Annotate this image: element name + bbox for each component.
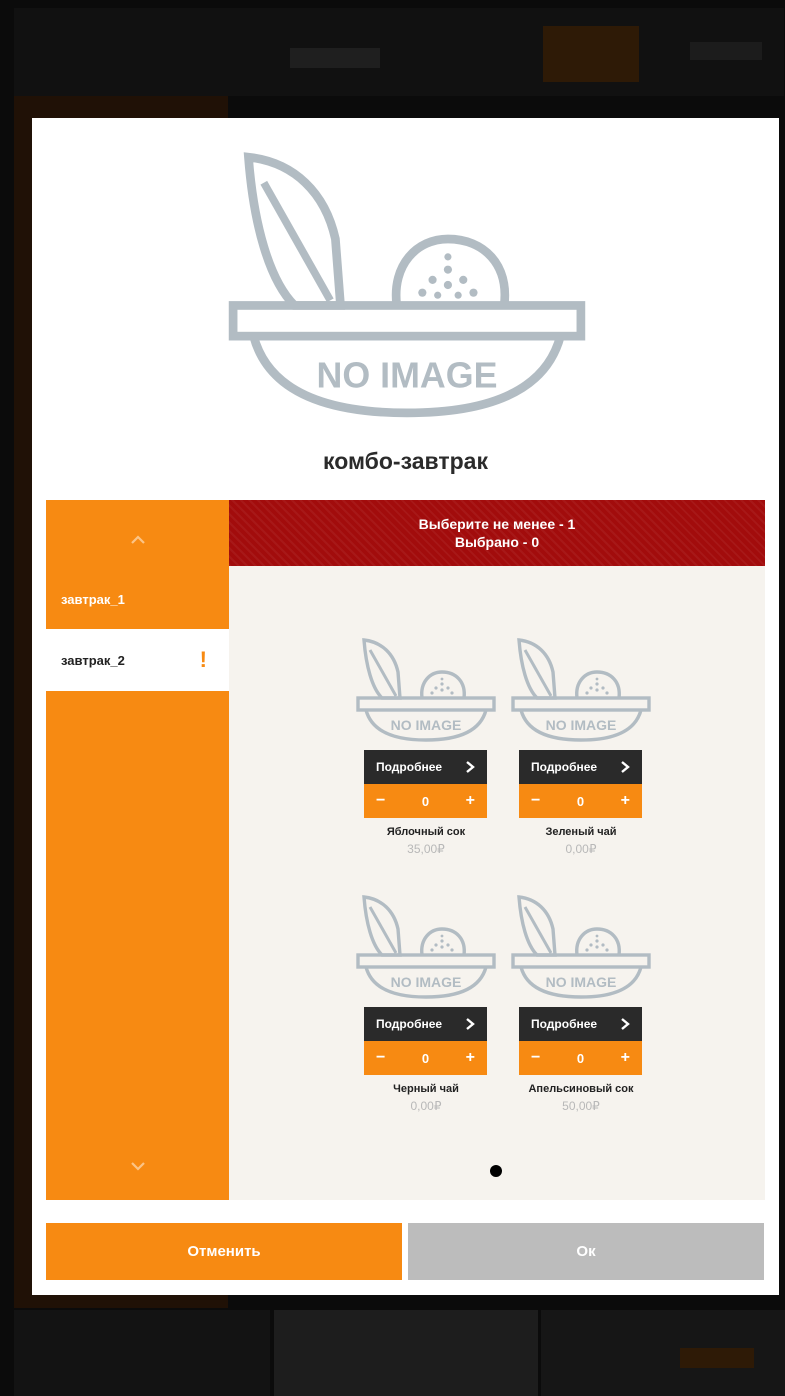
warning-icon: ! [199, 647, 207, 672]
selection-requirement-banner: Выберите не менее - 1 Выбрано - 0 [229, 500, 765, 566]
details-button[interactable]: Подробнее [519, 750, 642, 784]
app-header-accent-button [543, 26, 639, 82]
product-price: 0,00₽ [410, 1099, 442, 1113]
product-grid [229, 566, 765, 1200]
quantity-value: 0 [421, 793, 430, 809]
product-card: NO IMAGE Подробнее − 0 + Зеленый чай 0,0… [511, 636, 651, 856]
increment-button[interactable]: + [466, 792, 475, 810]
product-card: NO IMAGE Подробнее − 0 + Яблочный сок 35… [356, 636, 496, 856]
details-button[interactable]: Подробнее [364, 750, 487, 784]
product-name: Зеленый чай [545, 826, 617, 838]
page-indicator-dot [490, 1165, 502, 1177]
product-name: Апельсиновый сок [528, 1083, 634, 1095]
decrement-button[interactable]: − [531, 792, 540, 810]
product-price: 50,00₽ [562, 1099, 600, 1113]
selected-count-text: Выбрано - 0 [454, 534, 540, 550]
app-header-title [290, 48, 380, 68]
chevron-right-icon [466, 1018, 475, 1030]
svg-text:NO IMAGE: NO IMAGE [546, 717, 617, 733]
chevron-down-icon [130, 1162, 145, 1171]
scroll-down-button[interactable] [46, 1146, 229, 1186]
quantity-stepper: − 0 + [364, 1041, 487, 1075]
quantity-stepper: − 0 + [364, 784, 487, 818]
quantity-value: 0 [421, 1050, 430, 1066]
details-button[interactable]: Подробнее [364, 1007, 487, 1041]
product-name: Яблочный сок [386, 826, 466, 838]
decrement-button[interactable]: − [376, 1049, 385, 1067]
no-image-placeholder-icon: NO IMAGE [356, 638, 496, 742]
quantity-value: 0 [576, 1050, 585, 1066]
product-name: Черный чай [393, 1083, 459, 1095]
quantity-stepper: − 0 + [519, 784, 642, 818]
svg-text:NO IMAGE: NO IMAGE [391, 717, 462, 733]
svg-text:NO IMAGE: NO IMAGE [546, 974, 617, 990]
increment-button[interactable]: + [621, 792, 630, 810]
no-image-placeholder-icon: NO IMAGE [511, 895, 651, 999]
ok-button[interactable]: Ок [408, 1223, 764, 1280]
product-card: NO IMAGE Подробнее − 0 + Апельсиновый со… [511, 893, 651, 1113]
details-button[interactable]: Подробнее [519, 1007, 642, 1041]
category-label: завтрак_2 [61, 652, 125, 668]
app-footer-total-chip [680, 1348, 754, 1368]
chevron-right-icon [621, 1018, 630, 1030]
scroll-up-button[interactable] [46, 520, 229, 560]
decrement-button[interactable]: − [531, 1049, 540, 1067]
quantity-value: 0 [576, 793, 585, 809]
chevron-up-icon [130, 535, 145, 544]
app-footer-left [14, 1310, 270, 1396]
cancel-button[interactable]: Отменить [46, 1223, 402, 1280]
category-item-zavtrak-1[interactable]: завтрак_1 [46, 568, 229, 630]
combo-title: комбо-завтрак [323, 448, 488, 474]
app-footer-middle [274, 1310, 538, 1396]
chevron-right-icon [621, 761, 630, 773]
product-card: NO IMAGE Подробнее − 0 + Черный чай 0,00… [356, 893, 496, 1113]
category-label: завтрак_1 [61, 591, 125, 607]
no-image-placeholder-icon: NO IMAGE [228, 152, 586, 418]
details-label: Подробнее [531, 760, 598, 774]
svg-text:NO IMAGE: NO IMAGE [391, 974, 462, 990]
product-price: 0,00₽ [565, 842, 597, 856]
product-price: 35,00₽ [407, 842, 445, 856]
min-selection-text: Выберите не менее - 1 [418, 516, 576, 532]
app-header [14, 8, 784, 96]
quantity-stepper: − 0 + [519, 1041, 642, 1075]
increment-button[interactable]: + [466, 1049, 475, 1067]
svg-text:NO IMAGE: NO IMAGE [317, 355, 498, 395]
app-header-right [690, 42, 762, 60]
details-label: Подробнее [376, 760, 443, 774]
decrement-button[interactable]: − [376, 792, 385, 810]
details-label: Подробнее [376, 1017, 443, 1031]
chevron-right-icon [466, 761, 475, 773]
details-label: Подробнее [531, 1017, 598, 1031]
increment-button[interactable]: + [621, 1049, 630, 1067]
category-item-zavtrak-2[interactable]: завтрак_2 ! [46, 629, 229, 691]
no-image-placeholder-icon: NO IMAGE [356, 895, 496, 999]
no-image-placeholder-icon: NO IMAGE [511, 638, 651, 742]
